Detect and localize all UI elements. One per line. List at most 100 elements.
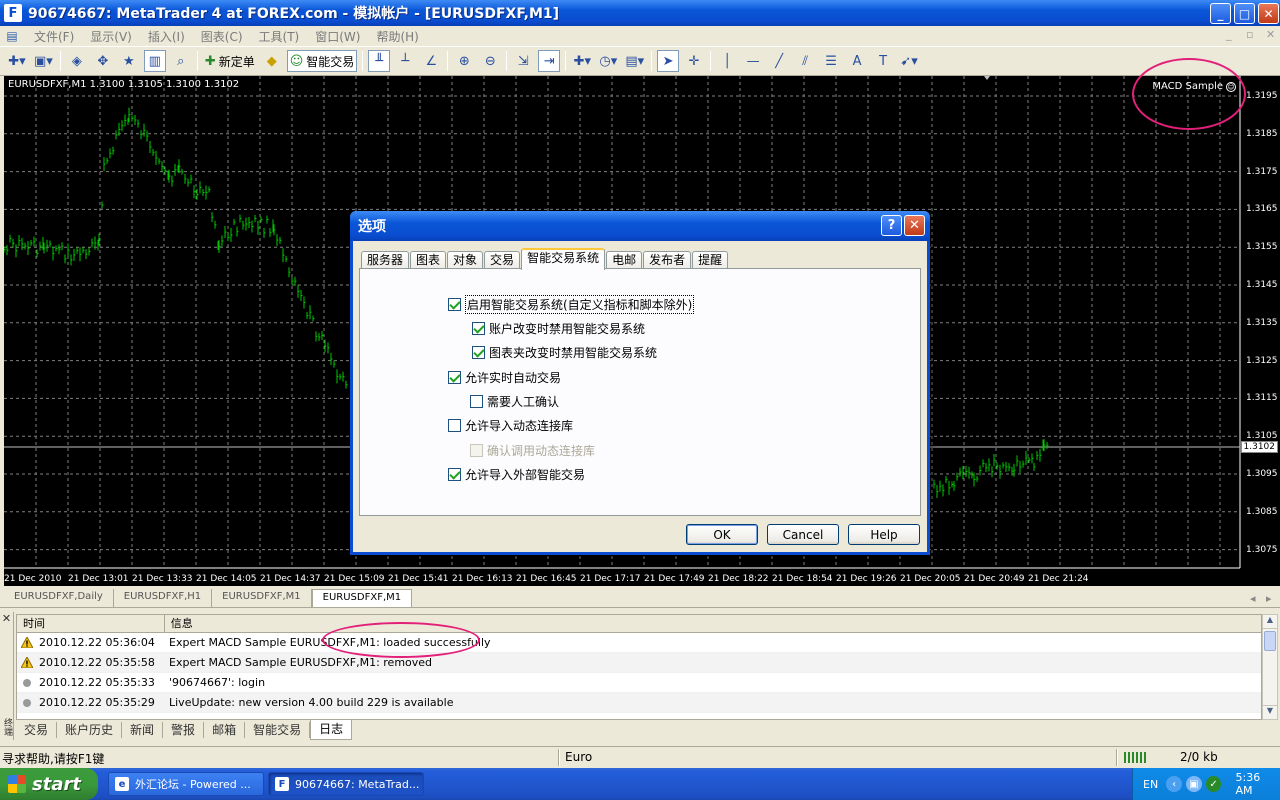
- bar-chart-icon[interactable]: ╨: [368, 50, 391, 72]
- text-tool-icon[interactable]: A: [846, 50, 868, 72]
- language-indicator[interactable]: EN: [1143, 778, 1158, 791]
- network-icon[interactable]: ▣: [1185, 776, 1202, 792]
- column-header-message[interactable]: 信息: [165, 615, 1261, 633]
- tab-objects[interactable]: 对象: [447, 251, 484, 269]
- cursor-icon[interactable]: ➤: [657, 50, 680, 72]
- indicators-icon[interactable]: ✚▾: [571, 50, 593, 72]
- expert-advisors-button[interactable]: ☺ 智能交易: [286, 50, 358, 72]
- tab-trade-settings[interactable]: 交易: [484, 251, 521, 269]
- strategy-tester-icon[interactable]: ⌕: [170, 50, 192, 72]
- checkbox-checked[interactable]: [472, 346, 485, 359]
- chart-shift-icon[interactable]: ⇥: [538, 50, 561, 72]
- back-arrow-icon[interactable]: ‹: [1166, 776, 1182, 792]
- connection-status-icon[interactable]: [1124, 752, 1146, 763]
- arrows-icon[interactable]: ➹▾: [898, 50, 920, 72]
- tab-journal[interactable]: 日志: [310, 720, 353, 740]
- tab-mailbox[interactable]: 邮箱: [204, 722, 246, 738]
- mdi-restore-icon[interactable]: ▫: [1246, 28, 1253, 41]
- line-chart-icon[interactable]: ∠: [420, 50, 442, 72]
- profiles-icon[interactable]: ▣▾: [32, 50, 55, 72]
- maximize-button[interactable]: □: [1234, 3, 1255, 24]
- mdi-minimize-icon[interactable]: _: [1226, 28, 1232, 41]
- tab-chart-daily[interactable]: EURUSDFXF,Daily: [4, 589, 114, 607]
- trendline-icon[interactable]: ╱: [768, 50, 790, 72]
- security-shield-icon[interactable]: ✓: [1205, 776, 1222, 792]
- equidistant-channel-icon[interactable]: ⫽: [794, 50, 816, 72]
- journal-row[interactable]: 2010.12.22 05:35:29 LiveUpdate: new versi…: [17, 693, 1261, 713]
- tab-chart-h1[interactable]: EURUSDFXF,H1: [114, 589, 213, 607]
- templates-icon[interactable]: ▤▾: [623, 50, 646, 72]
- checkbox-checked[interactable]: [448, 371, 461, 384]
- journal-row[interactable]: 2010.12.22 05:35:33 '90674667': login: [17, 673, 1261, 693]
- navigator-icon[interactable]: ✥: [92, 50, 114, 72]
- journal-scrollbar[interactable]: ▲ ▼: [1262, 614, 1278, 720]
- tab-chart-m1[interactable]: EURUSDFXF,M1: [212, 589, 312, 607]
- cancel-button[interactable]: Cancel: [767, 524, 839, 545]
- tab-charts[interactable]: 图表: [410, 251, 447, 269]
- tab-experts[interactable]: 智能交易: [245, 722, 311, 738]
- tab-scroll-right-icon[interactable]: ▸: [1266, 592, 1272, 605]
- zoom-in-icon[interactable]: ⊕: [453, 50, 475, 72]
- crosshair-icon[interactable]: ✛: [683, 50, 705, 72]
- checkbox-unchecked[interactable]: [470, 395, 483, 408]
- help-question-icon[interactable]: ?: [881, 215, 902, 236]
- tab-email[interactable]: 电邮: [606, 251, 643, 269]
- favorites-icon[interactable]: ★: [118, 50, 140, 72]
- tab-publisher[interactable]: 发布者: [643, 251, 692, 269]
- dialog-close-icon[interactable]: ✕: [904, 215, 925, 236]
- tab-news[interactable]: 新闻: [122, 722, 164, 738]
- checkbox-checked[interactable]: [448, 298, 461, 311]
- close-button[interactable]: ✕: [1258, 3, 1279, 24]
- market-watch-icon[interactable]: ◈: [66, 50, 88, 72]
- menu-charts[interactable]: 图表(C): [193, 28, 251, 45]
- fibonacci-icon[interactable]: ☰: [820, 50, 842, 72]
- tab-account-history[interactable]: 账户历史: [57, 722, 123, 738]
- terminal-close-icon[interactable]: ✕: [0, 612, 13, 625]
- option-checkbox-0[interactable]: 启用智能交易系统(自定义指标和脚本除外): [448, 295, 695, 314]
- journal-row[interactable]: 2010.12.22 05:35:58 Expert MACD Sample EU…: [17, 653, 1261, 673]
- tab-scroll-left-icon[interactable]: ◂: [1250, 592, 1256, 605]
- new-chart-icon[interactable]: ✚▾: [6, 50, 28, 72]
- journal-row[interactable]: 2010.12.22 05:36:04 Expert MACD Sample EU…: [17, 633, 1261, 653]
- scroll-thumb[interactable]: [1264, 631, 1276, 651]
- menu-view[interactable]: 显示(V): [82, 28, 140, 45]
- auto-scroll-icon[interactable]: ⇲: [512, 50, 534, 72]
- tab-chart-m1-active[interactable]: EURUSDFXF,M1: [311, 589, 413, 607]
- option-checkbox-7[interactable]: 允许导入外部智能交易: [448, 466, 585, 483]
- checkbox-unchecked[interactable]: [448, 419, 461, 432]
- start-button[interactable]: start: [0, 768, 98, 800]
- vertical-line-icon[interactable]: │: [716, 50, 738, 72]
- tab-server[interactable]: 服务器: [361, 251, 410, 269]
- candlesticks-icon[interactable]: ┴: [394, 50, 416, 72]
- minimize-button[interactable]: _: [1210, 3, 1231, 24]
- menu-insert[interactable]: 插入(I): [140, 28, 193, 45]
- checkbox-checked[interactable]: [448, 468, 461, 481]
- help-button[interactable]: Help: [848, 524, 920, 545]
- option-checkbox-4[interactable]: 需要人工确认: [470, 393, 559, 410]
- horizontal-line-icon[interactable]: —: [742, 50, 764, 72]
- periods-icon[interactable]: ◷▾: [597, 50, 619, 72]
- menu-file[interactable]: 文件(F): [26, 28, 82, 45]
- checkbox-checked[interactable]: [472, 322, 485, 335]
- taskbar-button-metatrader[interactable]: F 90674667: MetaTrad...: [268, 772, 424, 796]
- option-checkbox-3[interactable]: 允许实时自动交易: [448, 369, 561, 386]
- document-icon[interactable]: ▤: [4, 28, 20, 44]
- metaeditor-icon[interactable]: ◆: [261, 50, 283, 72]
- option-checkbox-2[interactable]: 图表夹改变时禁用智能交易系统: [472, 344, 657, 361]
- tab-events[interactable]: 提醒: [692, 251, 729, 269]
- menu-help[interactable]: 帮助(H): [368, 28, 426, 45]
- column-header-time[interactable]: 时间: [17, 615, 165, 633]
- text-label-icon[interactable]: T: [872, 50, 894, 72]
- scroll-down-icon[interactable]: ▼: [1263, 705, 1277, 719]
- data-window-icon[interactable]: ▥: [143, 50, 166, 72]
- option-checkbox-5[interactable]: 允许导入动态连接库: [448, 417, 573, 434]
- zoom-out-icon[interactable]: ⊖: [479, 50, 501, 72]
- tab-expert-advisors[interactable]: 智能交易系统: [521, 248, 606, 270]
- menu-window[interactable]: 窗口(W): [307, 28, 368, 45]
- mdi-close-icon[interactable]: ✕: [1266, 28, 1275, 41]
- option-checkbox-1[interactable]: 账户改变时禁用智能交易系统: [472, 320, 645, 337]
- ok-button[interactable]: OK: [686, 524, 758, 545]
- tab-alerts[interactable]: 警报: [163, 722, 205, 738]
- tab-trade[interactable]: 交易: [16, 722, 58, 738]
- new-order-button[interactable]: ✚ 新定单: [203, 50, 257, 72]
